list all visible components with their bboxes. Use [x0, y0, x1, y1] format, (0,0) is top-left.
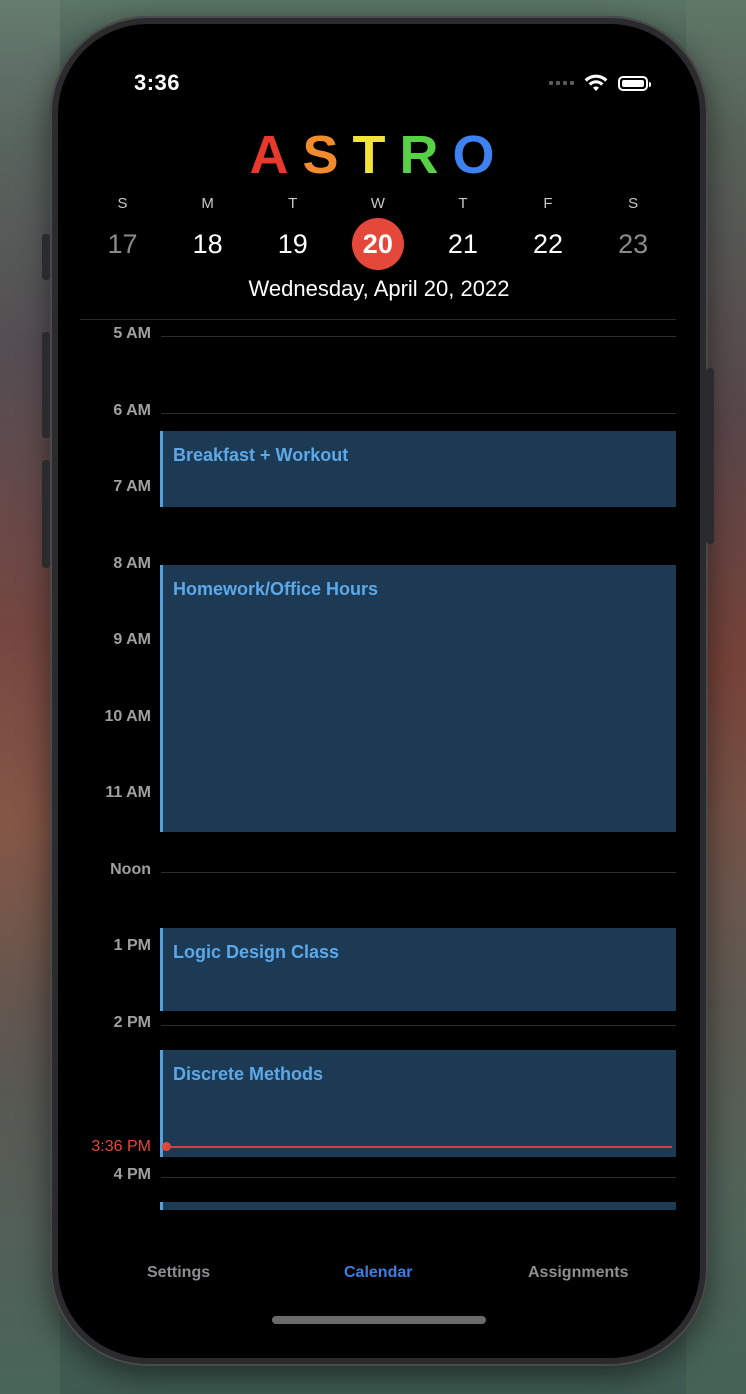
- weekday-letter: W: [370, 195, 385, 212]
- hour-gridline: [161, 336, 676, 337]
- app-title-letter: S: [302, 125, 353, 185]
- tab-calendar[interactable]: Calendar: [344, 1264, 412, 1282]
- event-title: Homework/Office Hours: [173, 579, 379, 599]
- calendar-event[interactable]: Logic Design Class: [160, 928, 676, 1011]
- hour-label: 7 AM: [113, 478, 151, 495]
- cellular-signal-icon: [549, 81, 574, 85]
- weekday-letter: T: [458, 195, 468, 212]
- hour-label: 2 PM: [113, 1014, 151, 1031]
- power-button: [706, 368, 714, 544]
- selected-date-label: Wednesday, April 20, 2022: [248, 276, 510, 301]
- day-number[interactable]: 18: [182, 218, 234, 270]
- calendar-event[interactable]: [160, 1202, 676, 1210]
- hour-label: 9 AM: [113, 631, 151, 648]
- day-column[interactable]: S 23: [591, 192, 676, 270]
- weekday-letter: F: [543, 195, 553, 212]
- day-column[interactable]: T 21: [420, 192, 505, 270]
- weekday-letter: S: [117, 195, 128, 212]
- hour-gridline: [161, 1177, 676, 1178]
- app-title-letter: O: [452, 125, 509, 185]
- app-title-letter: R: [399, 125, 453, 185]
- event-title: Logic Design Class: [173, 942, 340, 962]
- app-title: ASTRO: [58, 124, 700, 186]
- hour-label: 1 PM: [113, 937, 151, 954]
- tab-settings[interactable]: Settings: [147, 1264, 210, 1282]
- hour-label: 6 AM: [113, 402, 151, 419]
- day-column[interactable]: T 19: [250, 192, 335, 270]
- day-column[interactable]: W 20: [335, 192, 420, 270]
- day-number[interactable]: 19: [267, 218, 319, 270]
- app-title-letter: A: [249, 125, 303, 185]
- day-column[interactable]: F 22: [505, 192, 590, 270]
- volume-up-button: [42, 332, 50, 438]
- weekday-letter: M: [201, 195, 214, 212]
- day-column[interactable]: S 17: [80, 192, 165, 270]
- mute-switch: [42, 234, 50, 280]
- day-column[interactable]: M 18: [165, 192, 250, 270]
- event-title: Discrete Methods: [173, 1064, 324, 1084]
- day-number[interactable]: 21: [437, 218, 489, 270]
- screen: 3:36 ASTRO S 17 M 18 T 19 W 20 T 21 F 22 S 23 Wednesd…: [58, 24, 700, 1358]
- event-title: Breakfast + Workout: [173, 445, 349, 465]
- home-indicator[interactable]: [272, 1316, 486, 1324]
- hour-gridline: [161, 413, 676, 414]
- day-number[interactable]: 17: [97, 218, 149, 270]
- status-time: 3:36: [134, 70, 181, 95]
- weekday-letter: T: [288, 195, 298, 212]
- day-number[interactable]: 22: [522, 218, 574, 270]
- header-divider: [80, 319, 676, 320]
- hour-label: 8 AM: [113, 555, 151, 572]
- weekday-letter: S: [628, 195, 639, 212]
- calendar-event[interactable]: Discrete Methods: [160, 1050, 676, 1157]
- selected-day-number[interactable]: 20: [351, 218, 404, 270]
- battery-icon: [618, 75, 651, 91]
- hour-label: Noon: [110, 861, 151, 878]
- week-strip: S 17 M 18 T 19 W 20 T 21 F 22 S 23: [80, 192, 676, 270]
- hour-gridline: [161, 872, 676, 873]
- volume-down-button: [42, 460, 50, 568]
- current-time-label: 3:36 PM: [91, 1138, 151, 1155]
- current-time-indicator: [166, 1146, 672, 1148]
- wifi-icon: [584, 74, 608, 91]
- hour-label: 11 AM: [105, 784, 151, 801]
- hour-label: 10 AM: [104, 708, 151, 725]
- app-title-letter: T: [352, 125, 400, 185]
- calendar-event[interactable]: Homework/Office Hours: [160, 565, 676, 832]
- status-icons: [549, 74, 651, 92]
- day-number[interactable]: 23: [607, 218, 659, 270]
- tab-bar: Settings Calendar Assignments: [58, 1252, 700, 1292]
- calendar-event[interactable]: Breakfast + Workout: [160, 431, 676, 507]
- hour-label: 4 PM: [113, 1166, 151, 1183]
- tab-assignments[interactable]: Assignments: [528, 1264, 628, 1282]
- hour-label: 5 AM: [113, 325, 151, 342]
- hour-gridline: [161, 1025, 676, 1026]
